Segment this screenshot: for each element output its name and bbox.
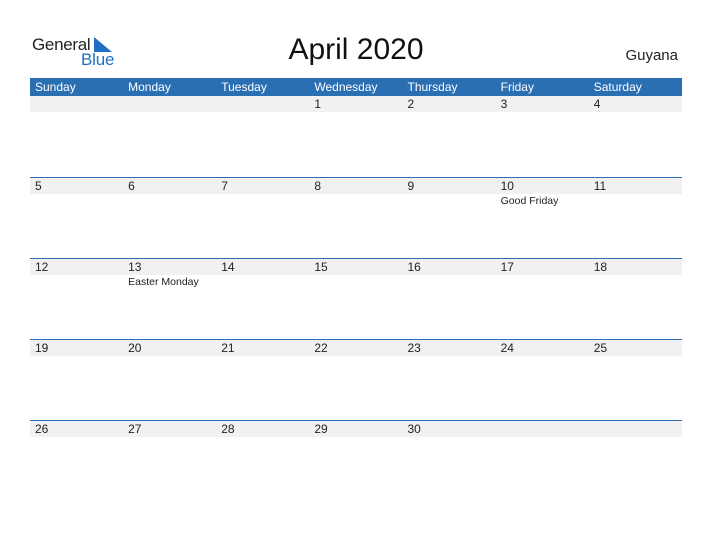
week-row: 5 6 7 8 9 10 11 Good Friday (30, 177, 682, 258)
holiday-label (496, 275, 589, 289)
date-strip: 5 6 7 8 9 10 11 (30, 178, 682, 194)
holiday-label (30, 275, 123, 289)
day-number: 10 (500, 179, 514, 193)
day-number: 13 (128, 260, 142, 274)
holiday-label (589, 194, 682, 208)
day-number: 27 (128, 422, 142, 436)
holiday-label (123, 194, 216, 208)
day-number: 22 (314, 341, 328, 355)
day-number: 18 (593, 260, 608, 274)
day-number: 28 (221, 422, 235, 436)
weeks-container: 1 2 3 4 5 6 7 8 9 10 11 Good Friday 12 13 14 15 16 17 18 Ea… (30, 96, 682, 501)
day-number: 17 (500, 260, 514, 274)
day-number (496, 421, 589, 437)
holiday-label (30, 194, 123, 208)
day-number: 4 (593, 97, 601, 111)
day-number: 9 (407, 179, 415, 193)
day-number: 6 (128, 179, 135, 193)
day-number: 26 (35, 422, 49, 436)
day-number: 19 (35, 341, 49, 355)
weekday-saturday: Saturday (593, 80, 642, 94)
day-number: 8 (314, 179, 322, 193)
holiday-label: Easter Monday (128, 276, 199, 288)
day-number: 3 (500, 97, 508, 111)
day-number: 25 (593, 341, 608, 355)
day-number: 14 (221, 260, 235, 274)
day-number (123, 96, 216, 112)
holiday-label (216, 275, 309, 289)
day-number (30, 96, 123, 112)
day-number: 23 (407, 341, 421, 355)
week-row: 1 2 3 4 (30, 96, 682, 177)
day-number: 15 (314, 260, 328, 274)
holiday-label (309, 194, 402, 208)
holiday-label (216, 194, 309, 208)
country-label: Guyana (625, 47, 678, 64)
holiday-label (403, 275, 496, 289)
week-row: 26 27 28 29 30 (30, 420, 682, 501)
holiday-label (309, 275, 402, 289)
weekday-sunday: Sunday (35, 80, 76, 94)
holiday-label: Good Friday (500, 195, 559, 207)
date-strip: 1 2 3 4 (30, 96, 682, 112)
day-number: 5 (35, 179, 42, 193)
date-strip: 19 20 21 22 23 24 25 (30, 340, 682, 356)
day-number: 12 (35, 260, 49, 274)
day-number: 2 (407, 97, 415, 111)
weekday-thursday: Thursday (407, 80, 458, 94)
day-number: 30 (407, 422, 421, 436)
day-number: 11 (593, 179, 607, 193)
day-number (216, 96, 309, 112)
holiday-label (589, 275, 682, 289)
weekday-monday: Monday (128, 80, 171, 94)
weekday-header-row: Sunday Monday Tuesday Wednesday Thursday… (30, 78, 682, 96)
day-number: 24 (500, 341, 514, 355)
day-number: 1 (314, 97, 322, 111)
events-row: Good Friday (30, 194, 682, 208)
calendar-title: April 2020 (288, 33, 424, 66)
week-row: 19 20 21 22 23 24 25 (30, 339, 682, 420)
day-number: 21 (221, 341, 235, 355)
day-number (589, 421, 682, 437)
week-row: 12 13 14 15 16 17 18 Easter Monday (30, 258, 682, 339)
weekday-wednesday: Wednesday (314, 80, 378, 94)
events-row: Easter Monday (30, 275, 682, 289)
day-number: 29 (314, 422, 328, 436)
weekday-friday: Friday (500, 80, 534, 94)
holiday-label (403, 194, 496, 208)
day-number: 16 (407, 260, 421, 274)
weekday-tuesday: Tuesday (221, 80, 267, 94)
calendar-grid: Sunday Monday Tuesday Wednesday Thursday… (30, 78, 682, 501)
day-number: 7 (221, 179, 228, 193)
day-number: 20 (128, 341, 142, 355)
date-strip: 12 13 14 15 16 17 18 (30, 259, 682, 275)
date-strip: 26 27 28 29 30 (30, 421, 682, 437)
